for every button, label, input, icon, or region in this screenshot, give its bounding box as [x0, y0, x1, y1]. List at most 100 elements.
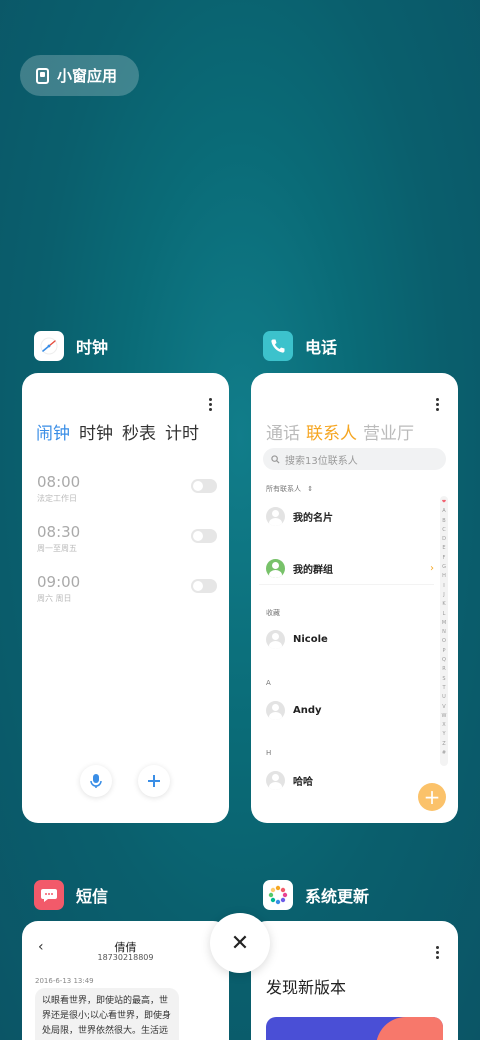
- tab-timer[interactable]: 计时: [165, 419, 199, 444]
- all-contacts-filter[interactable]: 所有联系人 ⇕: [266, 484, 313, 494]
- tab-clock[interactable]: 时钟: [79, 419, 113, 444]
- alphabet-index-letter[interactable]: C: [440, 526, 448, 535]
- alarm-time: 09:00: [37, 573, 81, 591]
- alphabet-index-letter[interactable]: G: [440, 563, 448, 572]
- alphabet-index-letter[interactable]: E: [440, 544, 448, 553]
- search-icon: [271, 454, 280, 464]
- alphabet-index-letter[interactable]: T: [440, 684, 448, 693]
- alphabet-index-letter[interactable]: Z: [440, 740, 448, 749]
- alphabet-index-letter[interactable]: U: [440, 693, 448, 702]
- phone-app-header[interactable]: 电话: [263, 331, 337, 361]
- contact-name: Andy: [293, 704, 322, 716]
- avatar: [266, 506, 285, 526]
- phone-app-name: 电话: [305, 338, 338, 357]
- alphabet-index-letter[interactable]: D: [440, 535, 448, 544]
- avatar: [266, 629, 285, 649]
- alphabet-index-letter[interactable]: V: [440, 703, 448, 712]
- alphabet-index-letter[interactable]: P: [440, 647, 448, 656]
- alphabet-index-letter[interactable]: B: [440, 517, 448, 526]
- plus-icon: +: [423, 785, 441, 809]
- contact-name: Nicole: [293, 633, 328, 645]
- sms-app-name: 短信: [76, 887, 109, 906]
- sms-app-card[interactable]: ‹ 倩倩 18730218809 2016-6-13 13:49 以眼看世界，即…: [22, 921, 229, 1040]
- my-groups-label: 我的群组: [293, 565, 333, 576]
- phone-tabs: 通话 联系人 营业厅: [266, 419, 414, 444]
- alphabet-index-letter[interactable]: A: [440, 507, 448, 516]
- alphabet-index-letter[interactable]: M: [440, 619, 448, 628]
- tab-alarm[interactable]: 闹钟: [36, 419, 70, 444]
- my-card-row[interactable]: 我的名片: [259, 500, 434, 532]
- alphabet-index-letter[interactable]: #: [440, 749, 448, 758]
- conversation-contact-number: 18730218809: [97, 953, 154, 962]
- plus-icon: [148, 775, 160, 787]
- alphabet-index-letter[interactable]: H: [440, 572, 448, 581]
- sort-arrow-icon: ⇕: [307, 485, 314, 493]
- tab-calls[interactable]: 通话: [266, 419, 300, 444]
- alarm-toggle[interactable]: [191, 479, 217, 493]
- small-window-apps-button[interactable]: 小窗应用: [20, 55, 139, 96]
- my-groups-row[interactable]: 我的群组 ›: [259, 553, 434, 585]
- small-window-icon: [36, 67, 49, 84]
- contact-name: 哈哈: [293, 776, 313, 788]
- group-avatar: [266, 559, 285, 578]
- alphabet-index-letter[interactable]: ❤: [440, 498, 448, 507]
- alphabet-index-letter[interactable]: J: [440, 591, 448, 600]
- alphabet-index-letter[interactable]: K: [440, 600, 448, 609]
- message-date: 2016-6-13 13:49: [35, 977, 94, 985]
- alphabet-index-letter[interactable]: R: [440, 665, 448, 674]
- alphabet-index-letter[interactable]: L: [440, 610, 448, 619]
- alarm-toggle[interactable]: [191, 579, 217, 593]
- message-bubble: 以眼看世界，即使站的最高，世界还是很小;以心看世界，即使身处局限，世界依然很大。…: [35, 988, 179, 1040]
- alarm-toggle[interactable]: [191, 529, 217, 543]
- alarm-time: 08:00: [37, 473, 81, 491]
- alphabet-index-letter[interactable]: N: [440, 628, 448, 637]
- my-card-label: 我的名片: [293, 512, 333, 524]
- clock-app-header[interactable]: 时钟: [34, 331, 108, 361]
- phone-app-card[interactable]: 通话 联系人 营业厅 搜索13位联系人 所有联系人 ⇕ 我的名片 我的群组 › …: [251, 373, 458, 823]
- contact-row[interactable]: 哈哈: [259, 764, 434, 796]
- alphabet-index-letter[interactable]: F: [440, 554, 448, 563]
- all-contacts-label: 所有联系人: [266, 485, 301, 493]
- alphabet-index-letter[interactable]: X: [440, 721, 448, 730]
- section-header: A: [266, 679, 271, 687]
- tab-service-hall[interactable]: 营业厅: [363, 419, 414, 444]
- alphabet-index-letter[interactable]: W: [440, 712, 448, 721]
- alarm-item[interactable]: 08:00 法定工作日: [37, 473, 217, 504]
- alphabet-index-bar[interactable]: ❤ A B C D E F G H I J K L M N O P Q R S T U V W X Y Z #: [440, 496, 448, 766]
- tab-contacts[interactable]: 联系人: [306, 419, 357, 444]
- favorites-section-label: 收藏: [266, 609, 280, 617]
- system-update-icon: [263, 880, 293, 910]
- more-options-icon[interactable]: [209, 398, 212, 413]
- alarm-repeat: 周六 周日: [37, 594, 72, 603]
- tab-stopwatch[interactable]: 秒表: [122, 419, 156, 444]
- close-icon: ✕: [230, 930, 250, 956]
- contact-row[interactable]: Andy: [259, 694, 434, 726]
- sms-app-icon: [34, 880, 64, 910]
- sms-app-header[interactable]: 短信: [34, 880, 108, 910]
- alphabet-index-letter[interactable]: O: [440, 637, 448, 646]
- voice-alarm-button[interactable]: [80, 765, 112, 797]
- clear-all-button[interactable]: ✕: [210, 913, 270, 973]
- alphabet-index-letter[interactable]: S: [440, 675, 448, 684]
- avatar: [266, 770, 285, 790]
- more-options-icon[interactable]: [436, 398, 439, 413]
- alphabet-index-letter[interactable]: Y: [440, 730, 448, 739]
- avatar: [266, 700, 285, 720]
- alarm-item[interactable]: 09:00 周六 周日: [37, 573, 217, 604]
- alarm-item[interactable]: 08:30 周一至周五: [37, 523, 217, 554]
- microphone-icon: [90, 774, 102, 788]
- contact-search-input[interactable]: 搜索13位联系人: [263, 448, 446, 470]
- alphabet-index-letter[interactable]: Q: [440, 656, 448, 665]
- add-alarm-button[interactable]: [138, 765, 170, 797]
- add-contact-button[interactable]: +: [418, 783, 446, 811]
- clock-app-card[interactable]: 闹钟 时钟 秒表 计时 08:00 法定工作日 08:30 周一至周五 09:0…: [22, 373, 229, 823]
- alarm-repeat: 周一至周五: [37, 544, 77, 553]
- contact-row[interactable]: Nicole: [259, 623, 434, 655]
- small-window-label: 小窗应用: [57, 67, 118, 85]
- update-headline: 发现新版本: [266, 978, 347, 997]
- phone-app-icon: [263, 331, 293, 361]
- alphabet-index-letter[interactable]: I: [440, 582, 448, 591]
- system-update-app-header[interactable]: 系统更新: [263, 880, 369, 910]
- system-update-app-card[interactable]: 发现新版本: [251, 921, 458, 1040]
- more-options-icon[interactable]: [436, 946, 439, 961]
